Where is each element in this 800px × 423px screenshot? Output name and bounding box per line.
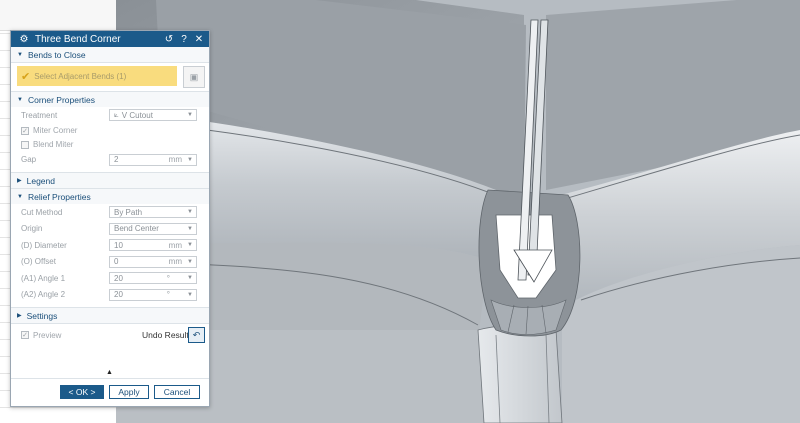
chevron-down-icon: ▼ <box>187 156 193 163</box>
select-object-button[interactable]: ▣ <box>183 66 205 88</box>
diameter-value: 10 <box>114 240 123 250</box>
miter-corner-check-box[interactable]: ✓ <box>21 126 29 135</box>
angle2-row: (A2) Angle 2 20 ° ▼ <box>11 287 209 304</box>
undo-icon: ↶ <box>192 329 201 340</box>
origin-select[interactable]: Bend Center ▼ <box>109 222 197 235</box>
angle2-value: 20 <box>114 290 123 300</box>
offset-value: 0 <box>114 257 119 267</box>
v-cutout-icon: ⟀ <box>114 110 119 120</box>
chevron-down-icon: ▼ <box>187 258 193 265</box>
sheet-metal-corner-model <box>116 0 800 423</box>
section-bends-to-close-title: Bends to Close <box>27 49 86 60</box>
section-settings-title: Settings <box>26 310 58 321</box>
chevron-down-icon: ▼ <box>187 242 193 249</box>
angle1-input[interactable]: 20 ° ▼ <box>109 272 197 285</box>
offset-input[interactable]: 0 mm ▼ <box>109 255 197 268</box>
angle2-unit: ° <box>166 290 170 300</box>
dialog-titlebar: ⚙ Three Bend Corner ↺ ? ✕ <box>11 31 209 47</box>
chevron-down-icon: ▼ <box>187 112 193 119</box>
preview-check-box[interactable]: ✓ <box>21 331 29 339</box>
angle1-unit: ° <box>166 273 170 283</box>
select-adjacent-bends[interactable]: ✔ Select Adjacent Bends (1) ▣ <box>17 66 205 88</box>
blend-miter-check-box[interactable] <box>21 140 29 149</box>
chevron-down-icon: ▼ <box>187 291 193 298</box>
apply-button[interactable]: Apply <box>109 385 149 399</box>
angle1-label: (A1) Angle 1 <box>21 273 66 283</box>
cube-select-icon: ▣ <box>189 71 199 82</box>
three-bend-corner-dialog: ⚙ Three Bend Corner ↺ ? ✕ ▼ Bends to Clo… <box>10 30 210 407</box>
checkmark-icon: ✔ <box>21 70 31 83</box>
section-corner-properties[interactable]: ▼ Corner Properties <box>11 91 209 107</box>
select-adjacent-bends-label: Select Adjacent Bends (1) <box>34 71 127 81</box>
diameter-input[interactable]: 10 mm ▼ <box>109 239 197 252</box>
angle1-value: 20 <box>114 273 123 283</box>
gap-value: 2 <box>114 155 119 165</box>
gap-input[interactable]: 2 mm ▼ <box>109 153 197 166</box>
gap-row: Gap 2 mm ▼ <box>11 152 209 169</box>
blend-miter-checkbox[interactable]: Blend Miter <box>11 138 209 152</box>
cut-method-select[interactable]: By Path ▼ <box>109 206 197 219</box>
section-settings[interactable]: ▶ Settings <box>11 307 209 323</box>
miter-corner-label: Miter Corner <box>33 126 78 135</box>
treatment-value: V Cutout <box>121 110 153 120</box>
undo-result-label: Undo Result <box>142 330 189 340</box>
more-options-arrow[interactable]: ▲ <box>106 369 113 376</box>
origin-label: Origin <box>21 224 43 234</box>
origin-value: Bend Center <box>114 224 159 234</box>
background-toolbar <box>0 0 116 31</box>
treatment-select[interactable]: ⟀ V Cutout ▼ <box>109 109 197 122</box>
section-legend-title: Legend <box>26 175 55 186</box>
collapsed-triangle-icon: ▶ <box>17 313 22 319</box>
close-icon[interactable]: ✕ <box>193 34 205 45</box>
preview-label: Preview <box>33 330 62 340</box>
help-icon[interactable]: ? <box>178 34 190 45</box>
angle2-input[interactable]: 20 ° ▼ <box>109 288 197 301</box>
cut-method-value: By Path <box>114 207 143 217</box>
ok-button[interactable]: < OK > <box>60 385 104 399</box>
expanded-triangle-icon: ▼ <box>17 51 23 58</box>
chevron-down-icon: ▼ <box>187 209 193 216</box>
diameter-row: (D) Diameter 10 mm ▼ <box>11 237 209 254</box>
expanded-triangle-icon: ▼ <box>17 193 23 200</box>
collapsed-triangle-icon: ▶ <box>17 178 22 184</box>
chevron-down-icon: ▼ <box>187 275 193 282</box>
angle2-label: (A2) Angle 2 <box>21 290 66 300</box>
offset-label: (O) Offset <box>21 257 56 267</box>
diameter-label: (D) Diameter <box>21 240 67 250</box>
section-bends-to-close[interactable]: ▼ Bends to Close <box>11 47 209 62</box>
offset-unit: mm <box>168 257 182 267</box>
offset-row: (O) Offset 0 mm ▼ <box>11 254 209 271</box>
gear-icon: ⚙ <box>19 33 29 45</box>
section-legend[interactable]: ▶ Legend <box>11 172 209 188</box>
gap-label: Gap <box>21 155 37 165</box>
section-relief-properties[interactable]: ▼ Relief Properties <box>11 188 209 204</box>
gap-unit: mm <box>168 155 182 165</box>
dialog-title: Three Bend Corner <box>35 33 121 45</box>
treatment-label: Treatment <box>21 110 58 120</box>
section-relief-properties-title: Relief Properties <box>27 191 91 202</box>
section-corner-properties-title: Corner Properties <box>27 94 96 105</box>
graphics-viewport[interactable] <box>116 0 800 423</box>
cancel-button[interactable]: Cancel <box>154 385 200 399</box>
cut-method-row: Cut Method By Path ▼ <box>11 204 209 221</box>
reset-icon[interactable]: ↺ <box>163 34 175 45</box>
miter-corner-checkbox[interactable]: ✓ Miter Corner <box>11 124 209 138</box>
preview-checkbox[interactable]: ✓ Preview <box>11 328 61 342</box>
undo-result-button[interactable]: ↶ <box>188 327 205 343</box>
origin-row: Origin Bend Center ▼ <box>11 221 209 238</box>
diameter-unit: mm <box>168 240 182 250</box>
treatment-row: Treatment ⟀ V Cutout ▼ <box>11 107 209 124</box>
expanded-triangle-icon: ▼ <box>17 96 23 103</box>
blend-miter-label: Blend Miter <box>33 140 74 149</box>
cut-method-label: Cut Method <box>21 207 63 217</box>
angle1-row: (A1) Angle 1 20 ° ▼ <box>11 270 209 287</box>
chevron-down-icon: ▼ <box>187 225 193 232</box>
